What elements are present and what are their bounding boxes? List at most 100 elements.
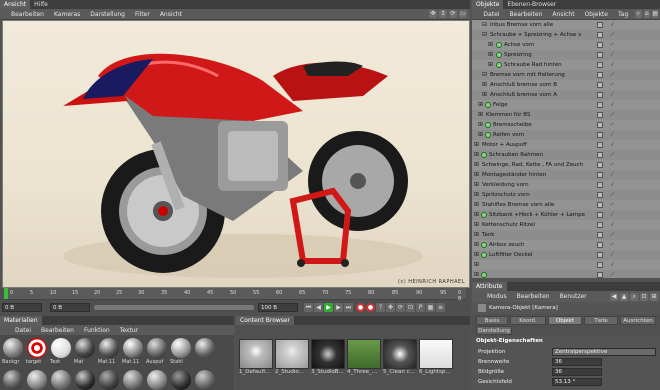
material-swatch[interactable] — [26, 369, 48, 390]
enabled-check-icon[interactable]: ✓ — [610, 50, 615, 60]
attr-tab-darstellung[interactable]: Darstellung — [476, 326, 512, 335]
material-swatch[interactable]: Mat — [74, 337, 96, 365]
attr-tab-objekt[interactable]: Objekt — [548, 316, 582, 325]
object-row[interactable]: ⊟ Schraube + Spreizring + Achse v ✓ — [472, 30, 660, 40]
om-menu-objekte[interactable]: Objekte — [580, 9, 613, 20]
enabled-check-icon[interactable]: ✓ — [610, 120, 615, 130]
enabled-check-icon[interactable]: ✓ — [610, 260, 615, 270]
enabled-check-icon[interactable]: ✓ — [610, 200, 615, 210]
enabled-check-icon[interactable]: ✓ — [610, 100, 615, 110]
visibility-toggle[interactable] — [597, 32, 603, 38]
visibility-toggle[interactable] — [597, 262, 603, 268]
autokey-icon[interactable]: ● — [366, 303, 375, 312]
object-row[interactable]: ⊞ Airbox zeuch ✓ — [472, 240, 660, 250]
enabled-check-icon[interactable]: ✓ — [610, 20, 615, 30]
mat-menu-bearbeiten[interactable]: Bearbeiten — [36, 325, 79, 336]
material-swatch[interactable] — [74, 369, 96, 390]
material-swatch[interactable] — [122, 369, 144, 390]
preview-start-field[interactable]: 0 B — [50, 303, 90, 312]
preset-thumbnail[interactable]: 4_Three_... — [347, 339, 381, 375]
focal-length-field[interactable]: 36 — [552, 358, 602, 366]
object-row[interactable]: ⊞ Spreizring ✓ — [472, 50, 660, 60]
tab-attribute[interactable]: Attribute — [472, 282, 507, 291]
enabled-check-icon[interactable]: ✓ — [610, 170, 615, 180]
enabled-check-icon[interactable]: ✓ — [610, 180, 615, 190]
back-arrow-icon[interactable]: ◀ — [610, 292, 618, 301]
attr-menu-benutzer[interactable]: Benutzer — [555, 291, 592, 302]
visibility-toggle[interactable] — [597, 202, 603, 208]
position-key-icon[interactable]: ✥ — [386, 303, 395, 312]
pla-key-icon[interactable]: ▦ — [426, 303, 435, 312]
preset-thumbnail[interactable]: 1_Default... — [239, 339, 273, 375]
visibility-toggle[interactable] — [597, 232, 603, 238]
material-swatch[interactable]: Text — [50, 337, 72, 365]
menu-bearbeiten[interactable]: Bearbeiten — [6, 9, 49, 20]
object-row[interactable]: ⊞ Schwinge, Rad, Kette , FA und Zeuch ✓ — [472, 160, 660, 170]
keyframe-selection-icon[interactable]: ? — [376, 303, 385, 312]
menu-kameras[interactable]: Kameras — [49, 9, 85, 20]
object-row[interactable]: ⊞ ✓ — [472, 260, 660, 270]
om-menu-datei[interactable]: Datei — [478, 9, 504, 20]
preset-thumbnail[interactable]: 6_Lightsp... — [419, 339, 453, 375]
visibility-toggle[interactable] — [597, 22, 603, 28]
visibility-toggle[interactable] — [597, 72, 603, 78]
visibility-toggle[interactable] — [597, 122, 603, 128]
om-menu-bearbeiten[interactable]: Bearbeiten — [504, 9, 547, 20]
rotation-key-icon[interactable]: ⟳ — [396, 303, 405, 312]
play-icon[interactable]: ▶ — [324, 303, 333, 312]
object-row[interactable]: ⊞ Luftfilter Deckel ✓ — [472, 250, 660, 260]
material-swatch[interactable] — [146, 369, 168, 390]
sensor-size-field[interactable]: 36 — [552, 368, 602, 376]
enabled-check-icon[interactable]: ✓ — [610, 110, 615, 120]
object-row[interactable]: ⊞ Achse vorn ✓ — [472, 40, 660, 50]
object-row[interactable]: ⊞ Anschluß bremse vorn A ✓ — [472, 90, 660, 100]
visibility-toggle[interactable] — [597, 142, 603, 148]
visibility-toggle[interactable] — [597, 222, 603, 228]
enabled-check-icon[interactable]: ✓ — [610, 80, 615, 90]
material-swatch[interactable] — [170, 369, 192, 390]
new-panel-icon[interactable]: ⊞ — [650, 292, 658, 301]
attr-tab-ausrichten[interactable]: Ausrichten — [620, 316, 656, 325]
maximize-view-icon[interactable]: ▭ — [459, 10, 467, 18]
enabled-check-icon[interactable]: ✓ — [610, 270, 615, 278]
material-swatch[interactable] — [50, 369, 72, 390]
attr-tab-basis[interactable]: Basis — [476, 316, 508, 325]
object-row[interactable]: ⊞ Spritzschutz vorn ✓ — [472, 190, 660, 200]
visibility-toggle[interactable] — [597, 272, 603, 278]
visibility-toggle[interactable] — [597, 112, 603, 118]
render-viewport[interactable]: (c) HEINRICH RAPHAEL — [2, 20, 470, 288]
visibility-toggle[interactable] — [597, 92, 603, 98]
enabled-check-icon[interactable]: ✓ — [610, 230, 615, 240]
attr-tab-tiefe[interactable]: Tiefe — [584, 316, 618, 325]
material-swatch[interactable]: target — [26, 337, 48, 365]
object-row[interactable]: ⊟ Inbus Bremse vorn alle ✓ — [472, 20, 660, 30]
menu-filter[interactable]: Filter — [130, 9, 155, 20]
visibility-toggle[interactable] — [597, 102, 603, 108]
material-swatch[interactable] — [98, 369, 120, 390]
enabled-check-icon[interactable]: ✓ — [610, 70, 615, 80]
enabled-check-icon[interactable]: ✓ — [610, 220, 615, 230]
object-row[interactable]: ⊟ Bremse vorn mit Halterung ✓ — [472, 70, 660, 80]
prev-key-icon[interactable]: ◀ — [314, 303, 323, 312]
visibility-toggle[interactable] — [597, 172, 603, 178]
record-icon[interactable]: ● — [356, 303, 365, 312]
goto-start-icon[interactable]: ⏮ — [304, 303, 313, 312]
tab-content-browser[interactable]: Content Browser — [236, 316, 295, 325]
enabled-check-icon[interactable]: ✓ — [610, 160, 615, 170]
attr-tab-koord[interactable]: Koord. — [510, 316, 546, 325]
material-swatch[interactable]: Auspuf — [146, 337, 168, 365]
home-icon[interactable]: ⌂ — [643, 10, 650, 18]
object-row[interactable]: ⊞ Schraube Rad hinten ✓ — [472, 60, 660, 70]
mat-menu-datei[interactable]: Datei — [10, 325, 36, 336]
enabled-check-icon[interactable]: ✓ — [610, 130, 615, 140]
enabled-check-icon[interactable]: ✓ — [610, 30, 615, 40]
material-swatch[interactable]: Backgr — [2, 337, 24, 365]
object-row[interactable]: ⊞ Bremsscheibe ✓ — [472, 120, 660, 130]
attr-menu-bearbeiten[interactable]: Bearbeiten — [512, 291, 555, 302]
object-row[interactable]: ⊞ Schrauben Rahmen ✓ — [472, 150, 660, 160]
scale-key-icon[interactable]: ⊡ — [406, 303, 415, 312]
object-row[interactable]: ⊞ Sitzbank +Heck + Kühler + Lampe ✓ — [472, 210, 660, 220]
object-row[interactable]: ⊞ Kettenschutz Ritzel ✓ — [472, 220, 660, 230]
material-swatch[interactable]: Mat.11 — [98, 337, 120, 365]
object-row[interactable]: ⊞ Anschluß bremse vorn B ✓ — [472, 80, 660, 90]
